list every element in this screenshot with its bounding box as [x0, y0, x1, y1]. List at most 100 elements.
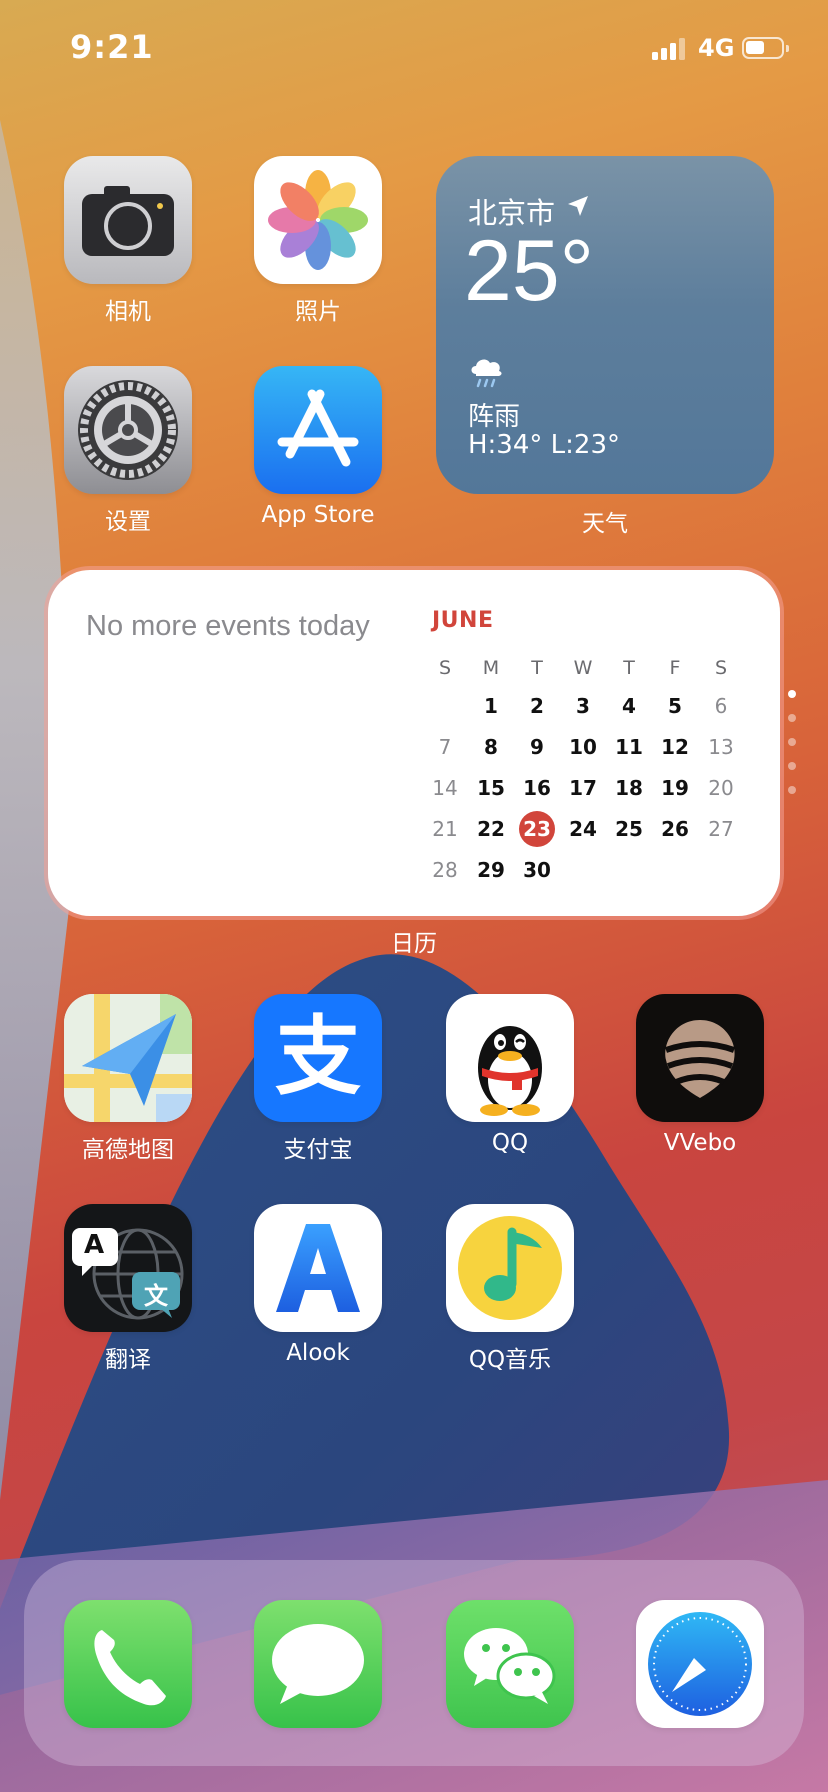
alook-icon	[254, 1204, 382, 1332]
messages-icon[interactable]	[254, 1600, 382, 1728]
app-label: App Store	[261, 502, 375, 528]
app-camera[interactable]: 相机	[38, 156, 218, 326]
calendar-day: 6	[714, 694, 728, 719]
app-vvebo[interactable]: VVebo	[610, 994, 790, 1156]
calendar-day: 28	[432, 857, 458, 882]
dock	[24, 1560, 804, 1766]
app-translate[interactable]: A 文 翻译	[38, 1204, 218, 1374]
calendar-day: 10	[569, 735, 597, 760]
calendar-day: 22	[477, 816, 505, 841]
wechat-icon[interactable]	[446, 1600, 574, 1728]
calendar-widget[interactable]: No more events today JUNE SMTWTFS1234567…	[48, 570, 780, 916]
app-label: QQ音乐	[468, 1347, 552, 1373]
app-label: 照片	[295, 299, 341, 325]
calendar-day: 13	[708, 735, 734, 760]
app-label: 高德地图	[82, 1137, 174, 1163]
calendar-day: 26	[661, 816, 689, 841]
calendar-day: 17	[569, 775, 597, 800]
calendar-day: 23	[514, 810, 560, 847]
app-settings[interactable]: 设置	[38, 366, 218, 536]
cellular-signal-icon	[652, 38, 688, 60]
calendar-day: 18	[615, 775, 643, 800]
calendar-no-events: No more events today	[86, 610, 370, 642]
rain-cloud-icon	[471, 359, 502, 388]
app-label: Alook	[286, 1340, 350, 1366]
calendar-day: 2	[530, 694, 544, 719]
calendar-day: 16	[523, 775, 551, 800]
svg-text:支: 支	[275, 1007, 361, 1107]
app-qq[interactable]: QQ	[420, 994, 600, 1156]
calendar-grid: S M T W T F S 1 2 3 4 5 6 7 8 9 10 11 12 13 14 15 16 17 18 19 20 21…	[422, 650, 744, 890]
vvebo-icon	[636, 994, 764, 1122]
calendar-day: 27	[708, 816, 734, 841]
app-label: 翻译	[105, 1347, 151, 1373]
appstore-icon	[254, 366, 382, 494]
location-arrow-icon	[568, 196, 588, 216]
calendar-widget-label: 日历	[391, 931, 437, 957]
calendar-weekday: S	[438, 657, 452, 679]
weather-high-low: H:34° L:23°	[468, 430, 620, 460]
app-label: 设置	[105, 509, 151, 535]
calendar-day: 8	[484, 735, 498, 760]
page-dots[interactable]	[788, 690, 798, 810]
app-photos[interactable]: 照片	[228, 156, 408, 326]
page-dot[interactable]	[788, 786, 796, 794]
translate-letter: A	[84, 1230, 105, 1260]
weather-temperature: 25°	[464, 223, 595, 319]
calendar-day: 24	[569, 816, 597, 841]
alipay-icon: 支	[254, 994, 382, 1122]
calendar-weekday: M	[482, 657, 500, 679]
photos-icon	[254, 156, 382, 284]
page-dot[interactable]	[788, 714, 796, 722]
calendar-weekday: T	[531, 657, 543, 679]
weather-widget-label: 天气	[582, 511, 628, 537]
status-bar: 9:21 4G	[0, 0, 828, 100]
calendar-day: 29	[477, 857, 505, 882]
calendar-day: 19	[661, 775, 689, 800]
calendar-day: 3	[576, 694, 590, 719]
qqmusic-icon	[446, 1204, 574, 1332]
qq-penguin-icon	[446, 994, 574, 1122]
app-appstore[interactable]: App Store	[228, 366, 408, 528]
app-label: QQ	[491, 1130, 529, 1156]
translate-icon: A 文	[64, 1204, 192, 1332]
app-label: VVebo	[663, 1130, 737, 1156]
weather-widget[interactable]: 北京市 25° 阵雨 H:34° L:23°	[436, 156, 774, 494]
camera-icon	[64, 156, 192, 284]
calendar-day: 14	[432, 775, 458, 800]
app-qqmusic[interactable]: QQ音乐	[420, 1204, 600, 1374]
calendar-day: 30	[523, 857, 551, 882]
phone-icon[interactable]	[64, 1600, 192, 1728]
calendar-weekday: W	[573, 657, 593, 679]
app-amap[interactable]: 高德地图	[38, 994, 218, 1164]
app-alipay[interactable]: 支 支付宝	[228, 994, 408, 1164]
app-label: 相机	[105, 299, 151, 325]
weather-condition: 阵雨	[468, 402, 521, 432]
calendar-today: 23	[519, 810, 555, 847]
calendar-day: 21	[432, 816, 458, 841]
calendar-day: 5	[668, 694, 682, 719]
calendar-weekday: F	[669, 657, 681, 679]
calendar-day: 1	[484, 694, 498, 719]
calendar-day: 11	[615, 735, 643, 760]
calendar-day: 25	[615, 816, 643, 841]
app-label: 支付宝	[283, 1137, 353, 1163]
page-dot[interactable]	[788, 762, 796, 770]
calendar-day: 12	[661, 735, 689, 760]
page-dot[interactable]	[788, 690, 796, 698]
translate-char: 文	[144, 1282, 168, 1310]
calendar-day: 4	[622, 694, 636, 719]
safari-icon[interactable]	[636, 1600, 764, 1728]
calendar-day: 20	[708, 775, 734, 800]
status-time: 9:21	[70, 28, 154, 66]
calendar-weekday: T	[623, 657, 635, 679]
calendar-day: 9	[530, 735, 544, 760]
calendar-day: 7	[438, 735, 452, 760]
calendar-month: JUNE	[432, 608, 494, 633]
battery-icon	[742, 37, 789, 59]
settings-gear-icon	[64, 366, 192, 494]
app-alook[interactable]: Alook	[228, 1204, 408, 1366]
network-type: 4G	[698, 34, 735, 62]
amap-icon	[64, 994, 192, 1122]
page-dot[interactable]	[788, 738, 796, 746]
